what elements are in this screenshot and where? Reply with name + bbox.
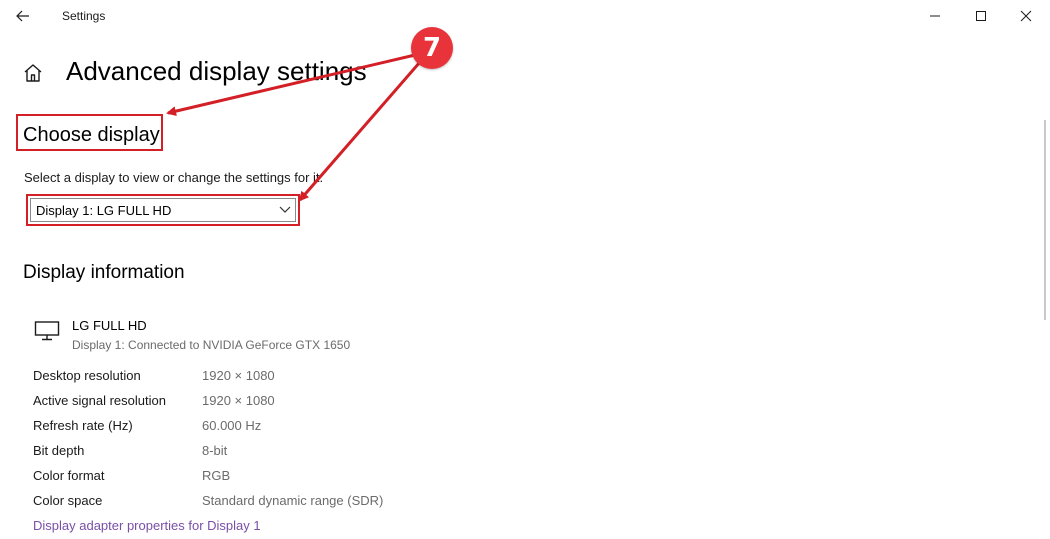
step-number-badge: 7 xyxy=(411,27,453,69)
display-adapter-properties-link[interactable]: Display adapter properties for Display 1 xyxy=(33,518,261,533)
info-value: RGB xyxy=(202,468,231,483)
display-information-heading: Display information xyxy=(23,262,185,283)
info-value: 8-bit xyxy=(202,443,228,458)
display-select-dropdown[interactable]: Display 1: LG FULL HD xyxy=(26,194,300,226)
info-row-color-format: Color format RGB xyxy=(33,468,453,488)
info-label: Color space xyxy=(33,493,103,508)
info-value: 1920 × 1080 xyxy=(202,393,275,408)
scrollbar[interactable] xyxy=(1044,120,1046,320)
close-button[interactable] xyxy=(1011,4,1041,28)
info-label: Desktop resolution xyxy=(33,368,141,383)
minimize-icon xyxy=(930,15,940,17)
info-value: 1920 × 1080 xyxy=(202,368,275,383)
title-bar: Settings xyxy=(0,0,1050,34)
home-button[interactable] xyxy=(22,62,44,84)
info-value: 60.000 Hz xyxy=(202,418,262,433)
monitor-icon xyxy=(34,321,60,341)
info-label: Active signal resolution xyxy=(33,393,166,408)
monitor-connection: Display 1: Connected to NVIDIA GeForce G… xyxy=(72,338,351,352)
monitor-name: LG FULL HD xyxy=(72,318,147,333)
minimize-button[interactable] xyxy=(920,4,950,28)
info-row-refresh-rate: Refresh rate (Hz) 60.000 Hz xyxy=(33,418,453,438)
back-arrow-icon xyxy=(16,10,29,22)
info-label: Bit depth xyxy=(33,443,85,458)
info-value: Standard dynamic range (SDR) xyxy=(202,493,384,508)
app-title: Settings xyxy=(62,9,106,23)
settings-window: Settings Advanced display settings Choos… xyxy=(0,0,1050,539)
info-label: Refresh rate (Hz) xyxy=(33,418,133,433)
choose-display-description: Select a display to view or change the s… xyxy=(24,170,324,185)
info-row-active-signal-resolution: Active signal resolution 1920 × 1080 xyxy=(33,393,453,413)
info-row-bit-depth: Bit depth 8-bit xyxy=(33,443,453,463)
chevron-down-icon xyxy=(279,206,291,213)
info-row-color-space: Color space Standard dynamic range (SDR) xyxy=(33,493,453,513)
dropdown-selected-value: Display 1: LG FULL HD xyxy=(36,203,172,218)
page-title: Advanced display settings xyxy=(66,56,367,86)
info-label: Color format xyxy=(33,468,105,483)
maximize-button[interactable] xyxy=(966,4,996,28)
choose-display-heading: Choose display xyxy=(23,124,160,146)
close-icon xyxy=(1020,10,1032,22)
home-icon xyxy=(24,64,42,82)
maximize-icon xyxy=(976,11,986,21)
info-row-desktop-resolution: Desktop resolution 1920 × 1080 xyxy=(33,368,453,388)
back-button[interactable] xyxy=(10,5,36,27)
